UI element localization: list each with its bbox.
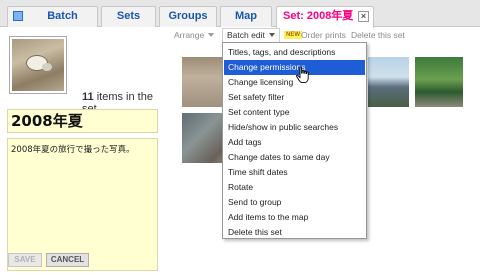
tab-batch-organize[interactable]: Batch Organize — [7, 6, 98, 41]
delete-set-link[interactable]: Delete this set — [351, 29, 405, 41]
hand-cursor-icon — [296, 66, 309, 84]
tab-current-set-label: Set: 2008年夏 — [283, 10, 354, 22]
set-info-panel: 11 items in the set 2008年夏 2008年夏の旅行で撮った… — [0, 28, 163, 275]
save-button[interactable]: SAVE — [8, 253, 42, 267]
menu-item-add-to-map[interactable]: Add items to the map — [224, 210, 365, 225]
close-icon[interactable]: × — [358, 11, 369, 22]
batch-edit-menu[interactable]: Batch edit — [222, 28, 280, 42]
menu-item-delete-set[interactable]: Delete this set — [224, 225, 365, 240]
cancel-button[interactable]: CANCEL — [46, 253, 89, 267]
menu-item-titles-tags-descriptions[interactable]: Titles, tags, and descriptions — [224, 45, 365, 60]
tab-bar: Batch Organize Sets Groups Map Set: 2008… — [0, 0, 480, 41]
menu-item-set-content-type[interactable]: Set content type — [224, 105, 365, 120]
arrange-menu[interactable]: Arrange — [174, 29, 215, 41]
menu-item-set-safety-filter[interactable]: Set safety filter — [224, 90, 365, 105]
set-primary-photo[interactable] — [9, 36, 67, 94]
arrange-label: Arrange — [174, 30, 205, 40]
menu-item-change-dates[interactable]: Change dates to same day — [224, 150, 365, 165]
new-badge: NEW — [284, 31, 302, 39]
shell-photo-thumbnail — [12, 39, 64, 91]
set-title-input[interactable]: 2008年夏 — [7, 109, 158, 133]
menu-item-time-shift-dates[interactable]: Time shift dates — [224, 165, 365, 180]
tab-map[interactable]: Map — [220, 6, 272, 27]
menu-item-hide-show-public[interactable]: Hide/show in public searches — [224, 120, 365, 135]
menu-item-add-tags[interactable]: Add tags — [224, 135, 365, 150]
photo-thumbnail[interactable] — [415, 57, 463, 107]
shell-shape-small — [42, 63, 52, 71]
chevron-down-icon — [268, 33, 275, 37]
chevron-down-icon — [208, 33, 215, 37]
batch-organize-icon — [13, 11, 23, 21]
order-prints-link[interactable]: Order prints — [301, 29, 346, 41]
menu-item-rotate[interactable]: Rotate — [224, 180, 365, 195]
set-description-input[interactable]: 2008年夏の旅行で撮った写真。 — [7, 138, 158, 271]
item-count-number: 11 — [82, 91, 94, 103]
set-toolbar: Arrange Batch edit NEW Order prints Dele… — [167, 28, 480, 42]
tab-sets[interactable]: Sets — [101, 6, 156, 27]
tab-groups[interactable]: Groups — [159, 6, 217, 27]
photo-thumbnail[interactable] — [368, 57, 409, 107]
menu-item-send-to-group[interactable]: Send to group — [224, 195, 365, 210]
tab-current-set[interactable]: Set: 2008年夏 × — [276, 6, 374, 28]
batch-edit-label: Batch edit — [227, 30, 265, 40]
